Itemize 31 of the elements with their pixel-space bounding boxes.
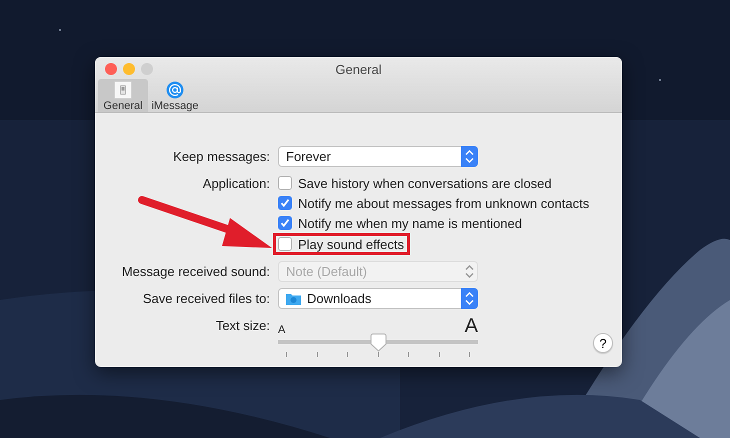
checkbox[interactable] (278, 196, 292, 210)
folder-icon (286, 292, 301, 304)
checkbox[interactable] (278, 176, 292, 190)
checkbox-label: Notify me about messages from unknown contacts (298, 196, 590, 210)
toolbar-tab[interactable]: iMessage (150, 79, 200, 112)
checkbox-option[interactable]: Save history when conversations are closed (273, 173, 558, 193)
checkbox-label: Play sound effects (298, 236, 404, 252)
window-title: General (335, 62, 382, 77)
small-text-label: A (278, 324, 286, 336)
checkbox[interactable] (278, 216, 292, 230)
checkbox-label: Notify me when my name is mentioned (298, 216, 522, 230)
dropdown[interactable]: Forever (278, 146, 478, 167)
folder-dropdown[interactable]: Downloads (278, 288, 478, 309)
large-text-label: A (464, 316, 478, 336)
stepper-icon (461, 288, 478, 309)
checkbox[interactable] (278, 237, 292, 251)
setting-label: Message received sound: (122, 264, 270, 279)
stepper-icon (461, 146, 478, 167)
minimize-button[interactable] (123, 63, 135, 75)
setting-label: Keep messages: (173, 149, 270, 164)
setting-label: Application: (202, 176, 270, 191)
checkbox-option[interactable]: Notify me about messages from unknown contacts (273, 193, 596, 213)
checkbox-option[interactable]: Notify me when my name is mentioned (273, 213, 528, 233)
setting-label: Text size: (216, 318, 270, 333)
slider-thumb[interactable] (370, 333, 387, 352)
checkbox-label: Save history when conversations are closed (298, 176, 552, 190)
close-button[interactable] (105, 63, 117, 75)
setting-label: Save received files to: (142, 291, 270, 306)
zoom-button[interactable] (141, 63, 153, 75)
help-button[interactable]: ? (593, 333, 613, 353)
toolbar-tab[interactable]: General (98, 79, 148, 112)
